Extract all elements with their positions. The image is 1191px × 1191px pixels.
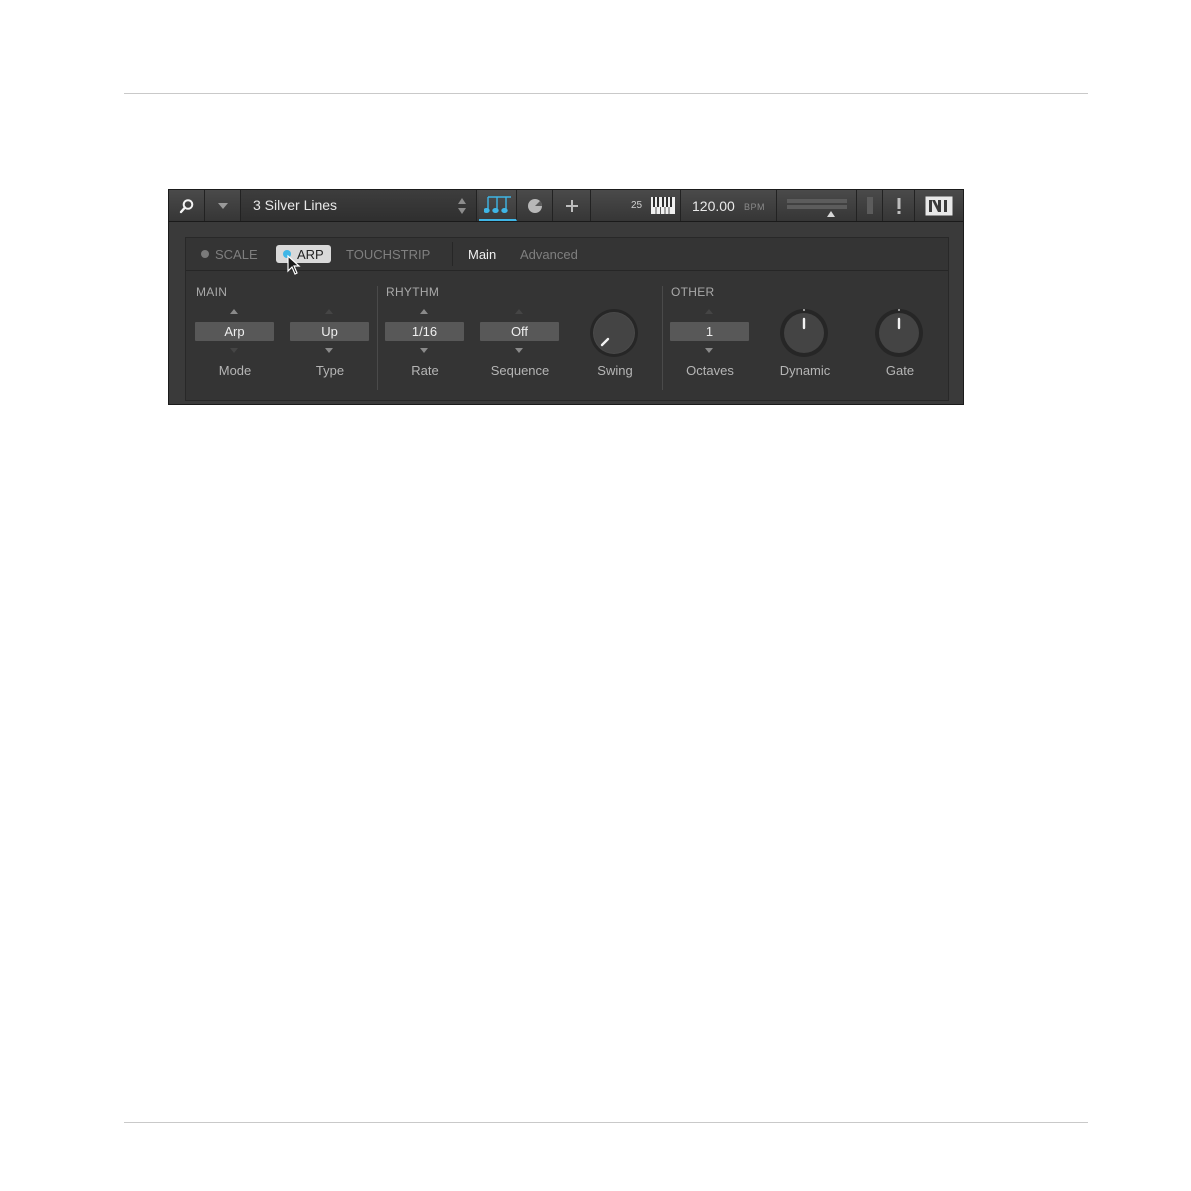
keyboard-octave-display[interactable]: 25 (591, 190, 681, 221)
plugin-header: 3 Silver Lines 25 120.00 BPM (169, 190, 963, 222)
tab-arp[interactable]: ARP (276, 245, 331, 263)
add-button[interactable] (553, 190, 591, 221)
arp-view-button[interactable] (479, 190, 517, 221)
level-meter[interactable] (777, 190, 857, 221)
type-value-box[interactable]: Up (290, 322, 369, 341)
cursor-arrow-icon (287, 255, 301, 275)
octaves-label: Octaves (686, 363, 734, 378)
swing-label: Swing (597, 363, 633, 378)
dynamic-label: Dynamic (779, 363, 831, 378)
ni-logo-button[interactable] (915, 190, 963, 221)
section-divider (662, 286, 663, 390)
dropdown-icon (217, 202, 228, 209)
swing-knob[interactable] (589, 308, 639, 358)
section-divider (377, 286, 378, 390)
preset-up-down-icon[interactable] (456, 195, 468, 217)
sequence-up-arrow[interactable] (515, 309, 523, 314)
keyboard-octave-number: 25 (631, 200, 643, 211)
sequence-down-arrow[interactable] (515, 348, 523, 353)
gate-knob[interactable] (874, 308, 924, 358)
arp-plugin-window: 3 Silver Lines 25 120.00 BPM SCALE ARP T… (168, 189, 964, 405)
octaves-up-arrow[interactable] (705, 309, 713, 314)
scale-status-dot (201, 250, 209, 258)
page-top-rule (124, 93, 1088, 94)
preset-name: 3 Silver Lines (253, 197, 338, 213)
page-bottom-rule (124, 1122, 1088, 1123)
tab-separator (452, 242, 453, 266)
level-meter-bar-right (787, 205, 847, 209)
tab-main[interactable]: Main (468, 247, 496, 262)
volume-handle-icon[interactable] (827, 211, 835, 217)
ni-logo (925, 196, 953, 215)
tab-advanced[interactable]: Advanced (520, 247, 578, 262)
tempo-display[interactable]: 120.00 BPM (681, 190, 777, 221)
tempo-unit: BPM (744, 202, 766, 212)
octaves-value-box[interactable]: 1 (670, 322, 749, 341)
section-other-title: OTHER (671, 285, 715, 299)
tab-scale[interactable]: SCALE (201, 247, 258, 262)
section-rhythm-title: RHYTHM (386, 285, 440, 299)
type-down-arrow[interactable] (325, 348, 333, 353)
warning-button[interactable] (883, 190, 915, 221)
mode-value-box[interactable]: Arp (195, 322, 274, 341)
rate-label: Rate (411, 363, 439, 378)
keyboard-icon (651, 197, 675, 214)
circle-icon (527, 198, 542, 213)
octaves-down-arrow[interactable] (705, 348, 713, 353)
arp-panel: SCALE ARP TOUCHSTRIP Main Advanced MAIN … (185, 237, 949, 401)
rate-down-arrow[interactable] (420, 348, 428, 353)
plus-icon (565, 199, 578, 212)
sequence-value-box[interactable]: Off (480, 322, 559, 341)
section-main-title: MAIN (196, 285, 228, 299)
cpu-meter-bar (866, 197, 873, 214)
tempo-value: 120.00 (692, 198, 735, 214)
tab-bar: SCALE ARP TOUCHSTRIP Main Advanced (186, 238, 948, 275)
sequence-label: Sequence (490, 363, 550, 378)
cpu-meter (857, 190, 883, 221)
tab-arp-label: ARP (297, 247, 324, 262)
perform-button[interactable] (517, 190, 553, 221)
search-button[interactable] (169, 190, 205, 221)
preset-menu-button[interactable] (205, 190, 241, 221)
rate-value-box[interactable]: 1/16 (385, 322, 464, 341)
search-icon (179, 198, 193, 213)
tab-touchstrip[interactable]: TOUCHSTRIP (346, 247, 430, 262)
mode-up-arrow[interactable] (230, 309, 238, 314)
type-label: Type (315, 363, 345, 378)
rate-up-arrow[interactable] (420, 309, 428, 314)
preset-selector[interactable]: 3 Silver Lines (241, 190, 477, 221)
warning-icon (897, 197, 900, 214)
gate-label: Gate (885, 363, 915, 378)
level-meter-bar-left (787, 199, 847, 203)
type-up-arrow[interactable] (325, 309, 333, 314)
tab-scale-label: SCALE (215, 247, 258, 262)
notes-icon (483, 195, 511, 213)
mode-down-arrow[interactable] (230, 348, 238, 353)
dynamic-knob[interactable] (779, 308, 829, 358)
mode-label: Mode (218, 363, 252, 378)
